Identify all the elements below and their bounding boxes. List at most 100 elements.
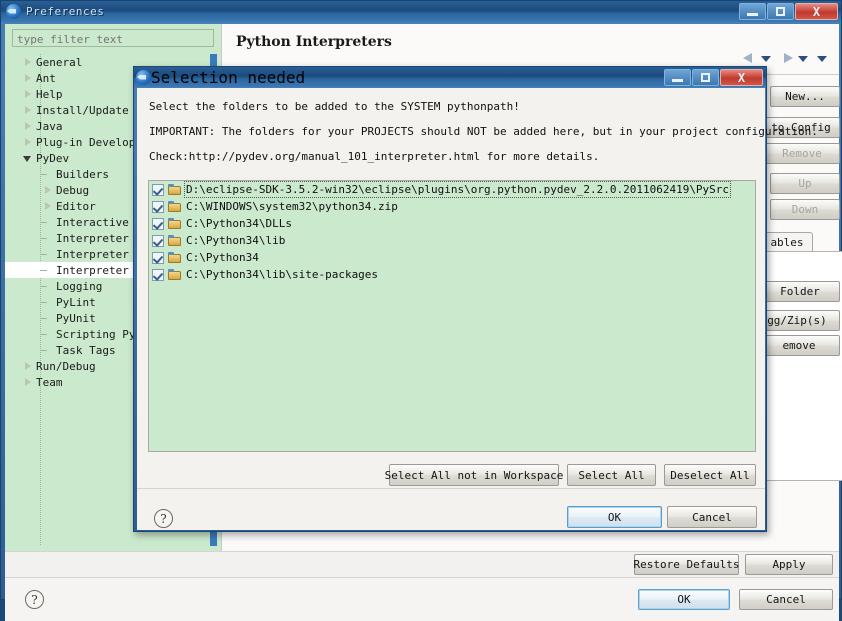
- interpreter-down-button: Down: [770, 199, 840, 220]
- dialog-cancel-button[interactable]: Cancel: [667, 506, 757, 528]
- folder-list[interactable]: D:\eclipse-SDK-3.5.2-win32\eclipse\plugi…: [148, 180, 756, 452]
- dialog-window-controls: X: [664, 69, 763, 86]
- checkbox-checked-icon[interactable]: [152, 217, 164, 230]
- sidebar-item-label: Scripting PyD: [56, 327, 143, 341]
- list-item[interactable]: C:\Python34\lib\site-packages: [149, 266, 755, 283]
- chevron-right-icon[interactable]: [23, 137, 33, 147]
- folder-icon: [168, 234, 182, 247]
- folder-path-label: C:\Python34\lib: [186, 234, 286, 247]
- forward-arrow-icon[interactable]: [780, 52, 795, 65]
- folder-icon: [168, 200, 182, 213]
- checkbox-checked-icon[interactable]: [152, 200, 164, 213]
- select-all-not-in-workspace-button[interactable]: Select All not in Workspace: [385, 464, 563, 486]
- dialog-separator: [137, 488, 765, 489]
- chevron-right-icon[interactable]: [23, 105, 33, 115]
- navigation-icons: [743, 52, 833, 65]
- chevron-right-icon[interactable]: [23, 377, 33, 387]
- sidebar-item-label: Run/Debug: [36, 359, 96, 373]
- chevron-right-icon[interactable]: [23, 121, 33, 131]
- folder-path-label: C:\Python34\DLLs: [186, 217, 292, 230]
- dialog-message-line-1: Select the folders to be added to the SY…: [149, 100, 520, 113]
- interpreter-new-button[interactable]: New...: [770, 86, 840, 107]
- pythonpath-folder-button[interactable]: Folder: [760, 281, 840, 302]
- folder-path-label: D:\eclipse-SDK-3.5.2-win32\eclipse\plugi…: [183, 181, 732, 198]
- forward-dropdown-icon[interactable]: [798, 55, 808, 62]
- apply-button[interactable]: Apply: [745, 554, 833, 575]
- list-item[interactable]: C:\Python34\DLLs: [149, 215, 755, 232]
- list-item[interactable]: C:\WINDOWS\system32\python34.zip: [149, 198, 755, 215]
- back-arrow-icon[interactable]: [743, 52, 758, 65]
- folder-icon: [168, 251, 182, 264]
- dialog-minimize-button[interactable]: [664, 69, 691, 86]
- back-dropdown-icon[interactable]: [761, 55, 771, 62]
- dialog-body: Select the folders to be added to the SY…: [137, 88, 818, 530]
- list-item[interactable]: C:\Python34: [149, 249, 755, 266]
- folder-path-label: C:\Python34\lib\site-packages: [186, 268, 379, 281]
- page-title: Python Interpreters: [236, 34, 392, 50]
- chevron-down-icon[interactable]: [23, 153, 33, 163]
- interpreter-up-button: Up: [770, 173, 840, 194]
- preferences-footer-top: Restore Defaults Apply: [5, 551, 839, 577]
- dialog-ok-button[interactable]: OK: [567, 506, 662, 528]
- dialog-message-line-3: Check:http://pydev.org/manual_101_interp…: [149, 150, 600, 163]
- chevron-right-icon[interactable]: [23, 73, 33, 83]
- dialog-titlebar[interactable]: Selection needed X: [134, 67, 766, 87]
- window-title: Preferences: [26, 5, 105, 18]
- dialog-message-line-2: IMPORTANT: The folders for your PROJECTS…: [149, 125, 818, 138]
- tab-environment-variables[interactable]: ables: [761, 232, 813, 251]
- sidebar-item-label: Editor: [56, 199, 96, 213]
- sidebar-item-label: Team: [36, 375, 63, 389]
- restore-defaults-button[interactable]: Restore Defaults: [634, 554, 739, 575]
- sidebar-item-label: Interpreter -: [56, 231, 143, 245]
- eclipse-icon: [6, 3, 22, 20]
- deselect-all-button[interactable]: Deselect All: [664, 464, 756, 486]
- view-menu-icon[interactable]: [817, 55, 827, 62]
- pythonpath-emove-button[interactable]: emove: [758, 335, 840, 356]
- minimize-button[interactable]: [739, 3, 766, 20]
- window-titlebar[interactable]: Preferences X: [1, 1, 841, 22]
- chevron-right-icon[interactable]: [43, 201, 53, 211]
- sidebar-item-label: Install/Update: [36, 103, 129, 117]
- sidebar-item-label: Ant: [36, 71, 56, 85]
- chevron-right-icon[interactable]: [23, 89, 33, 99]
- selection-needed-dialog: Selection needed X Select the folders to…: [133, 66, 818, 532]
- checkbox-checked-icon[interactable]: [152, 183, 164, 196]
- checkbox-checked-icon[interactable]: [152, 234, 164, 247]
- sidebar-item-label: Interpreter -: [56, 263, 143, 277]
- chevron-right-icon[interactable]: [23, 57, 33, 67]
- dialog-help-icon[interactable]: ?: [154, 509, 173, 528]
- eclipse-icon: [136, 69, 151, 85]
- close-button[interactable]: X: [795, 3, 838, 20]
- list-item[interactable]: C:\Python34\lib: [149, 232, 755, 249]
- list-item[interactable]: D:\eclipse-SDK-3.5.2-win32\eclipse\plugi…: [149, 181, 755, 198]
- select-all-button[interactable]: Select All: [567, 464, 656, 486]
- folder-icon: [168, 268, 182, 281]
- folder-icon: [168, 217, 182, 230]
- checkbox-checked-icon[interactable]: [152, 251, 164, 264]
- sidebar-item-label: General: [36, 55, 83, 69]
- chevron-right-icon[interactable]: [23, 361, 33, 371]
- window-controls: X: [739, 3, 838, 20]
- sidebar-item-label: Debug: [56, 183, 90, 197]
- interpreter-remove-button: Remove: [764, 143, 840, 164]
- sidebar-item-label: PyLint: [56, 295, 96, 309]
- preferences-footer-bottom: ? OK Cancel: [5, 577, 839, 621]
- checkbox-checked-icon[interactable]: [152, 268, 164, 281]
- folder-path-label: C:\WINDOWS\system32\python34.zip: [186, 200, 398, 213]
- maximize-button[interactable]: [767, 3, 794, 20]
- chevron-right-icon[interactable]: [43, 185, 53, 195]
- sidebar-item-label: Logging: [56, 279, 103, 293]
- sidebar-item-label: Task Tags: [56, 343, 116, 357]
- filter-input[interactable]: [12, 29, 214, 47]
- dialog-close-button[interactable]: X: [720, 69, 763, 86]
- sidebar-item-label: Help: [36, 87, 63, 101]
- dialog-maximize-button[interactable]: [692, 69, 719, 86]
